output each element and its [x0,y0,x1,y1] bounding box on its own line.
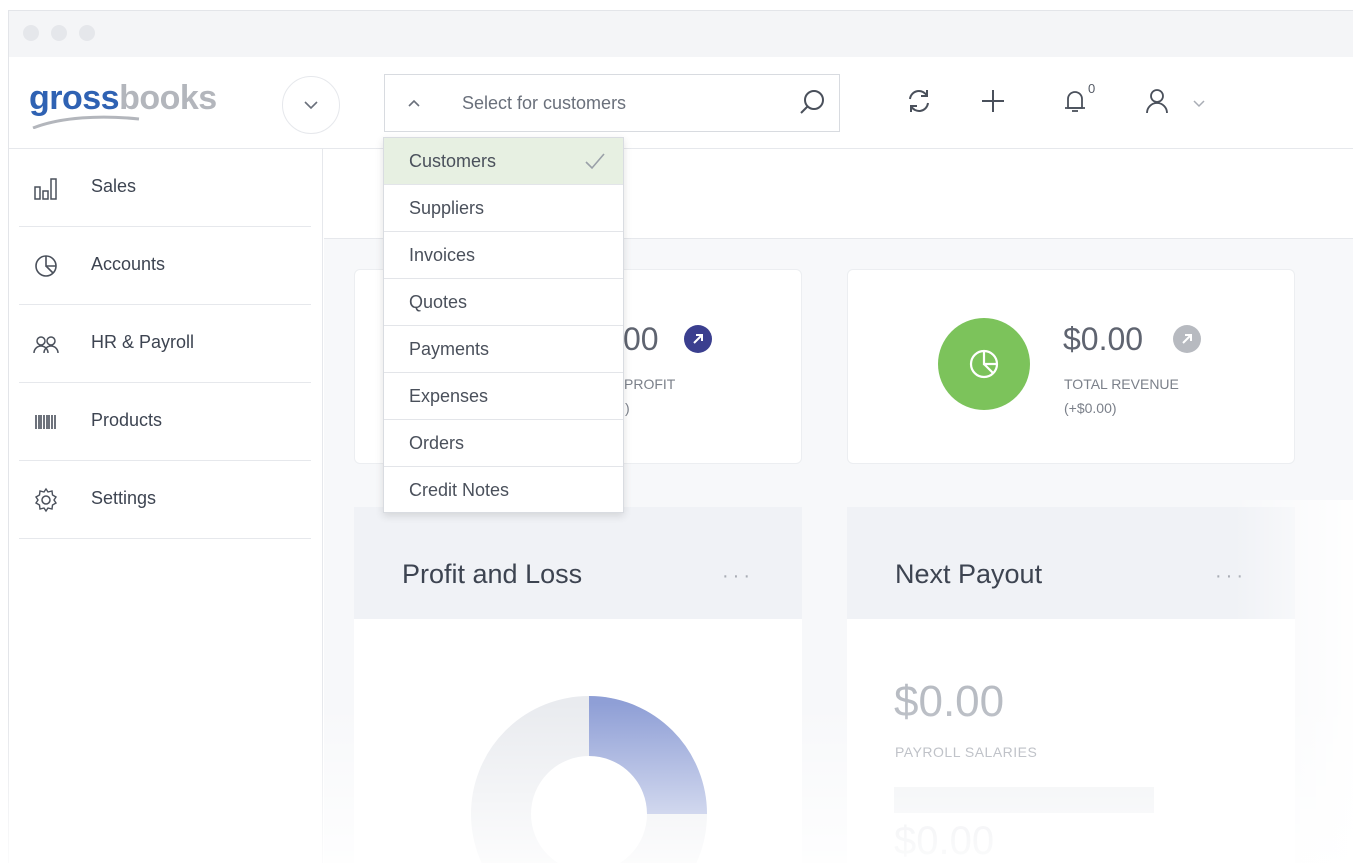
refresh-icon[interactable] [903,85,935,117]
dropdown-item-quotes[interactable]: Quotes [384,279,623,326]
dropdown-item-label: Customers [409,151,497,171]
dropdown-item-invoices[interactable]: Invoices [384,232,623,279]
panel-header: Profit and Loss ··· [354,507,802,619]
dropdown-item-payments[interactable]: Payments [384,326,623,373]
search-box[interactable]: Select for customers [384,74,840,132]
panel-title: Profit and Loss [402,559,583,589]
pie-chart-icon [35,255,57,277]
sidebar-item-label: HR & Payroll [91,332,195,352]
logo-text-books: books [119,79,217,117]
sidebar: Sales Accounts HR & Payroll Products Set… [9,149,323,863]
user-menu-chevron-down-icon[interactable] [1192,99,1206,109]
people-icon [33,336,59,354]
profit-change: ) [625,400,630,416]
trend-neutral-icon [1173,325,1201,353]
payout-label: PAYROLL SALARIES [895,744,1038,760]
company-switcher-button[interactable] [282,76,340,134]
search-input[interactable]: Select for customers [462,93,626,114]
payout-value-secondary: $0.00 [894,819,995,863]
bell-icon[interactable] [1059,85,1091,117]
sidebar-item-products[interactable]: Products [19,383,311,461]
window-dot-maximize[interactable] [79,25,95,41]
top-bar: grossbooks Select for customers 0 [9,57,1353,149]
sidebar-item-label: Settings [91,488,157,508]
profit-value: 00 [623,321,659,357]
dropdown-item-orders[interactable]: Orders [384,420,623,467]
title-bar [9,11,1353,57]
dropdown-item-label: Payments [409,339,490,359]
add-icon[interactable] [977,85,1009,117]
more-options-icon[interactable]: ··· [1215,565,1247,588]
revenue-change: (+$0.00) [1064,400,1117,416]
bar-chart-icon [34,178,57,200]
profit-label: PROFIT [624,376,676,392]
barcode-icon [35,415,56,429]
dropdown-item-label: Orders [409,433,465,453]
window-dot-minimize[interactable] [51,25,67,41]
chevron-down-icon [304,101,318,110]
sidebar-item-label: Sales [91,176,137,196]
sidebar-item-hr-payroll[interactable]: HR & Payroll [19,305,311,383]
dropdown-item-suppliers[interactable]: Suppliers [384,185,623,232]
checkmark-icon [585,153,605,170]
logo-text-gross: gross [29,79,120,117]
next-payout-panel: Next Payout ··· $0.00 PAYROLL SALARIES $… [847,507,1295,863]
notification-count-badge: 0 [1088,81,1096,96]
gear-icon [35,487,57,513]
payout-progress-bar [894,787,1154,813]
profit-loss-panel: Profit and Loss ··· [354,507,802,863]
sidebar-item-accounts[interactable]: Accounts [19,227,311,305]
window-dot-close[interactable] [23,25,39,41]
dropdown-item-customers[interactable]: Customers [384,138,623,185]
search-category-dropdown: Customers Suppliers Invoices Quotes Paym… [383,137,624,513]
sidebar-item-sales[interactable]: Sales [19,149,311,227]
payout-value: $0.00 [894,677,1005,726]
trend-up-icon [684,325,712,353]
sidebar-item-label: Products [91,410,163,430]
chevron-up-icon[interactable] [405,95,423,113]
search-icon[interactable] [797,88,827,118]
revenue-value: $0.00 [1063,321,1144,357]
dropdown-item-label: Suppliers [409,198,485,218]
logo-swoosh-icon [32,115,140,129]
dropdown-item-label: Invoices [409,245,476,265]
logo[interactable]: grossbooks [29,79,217,118]
dropdown-item-label: Expenses [409,386,489,406]
sidebar-item-label: Accounts [91,254,166,274]
revenue-stat-card[interactable]: $0.00 TOTAL REVENUE (+$0.00) [847,269,1295,464]
revenue-pie-icon [938,318,1030,410]
revenue-label: TOTAL REVENUE [1064,376,1179,392]
dropdown-item-expenses[interactable]: Expenses [384,373,623,420]
sidebar-item-settings[interactable]: Settings [19,461,311,539]
dropdown-item-label: Credit Notes [409,480,510,500]
profit-loss-donut-chart [471,696,707,863]
panel-header: Next Payout ··· [847,507,1295,619]
panel-title: Next Payout [895,559,1043,589]
dropdown-item-label: Quotes [409,292,468,312]
user-icon[interactable] [1141,85,1173,117]
more-options-icon[interactable]: ··· [722,565,754,588]
dropdown-item-credit-notes[interactable]: Credit Notes [384,467,623,514]
app-window: grossbooks Select for customers 0 Sales [8,10,1353,863]
